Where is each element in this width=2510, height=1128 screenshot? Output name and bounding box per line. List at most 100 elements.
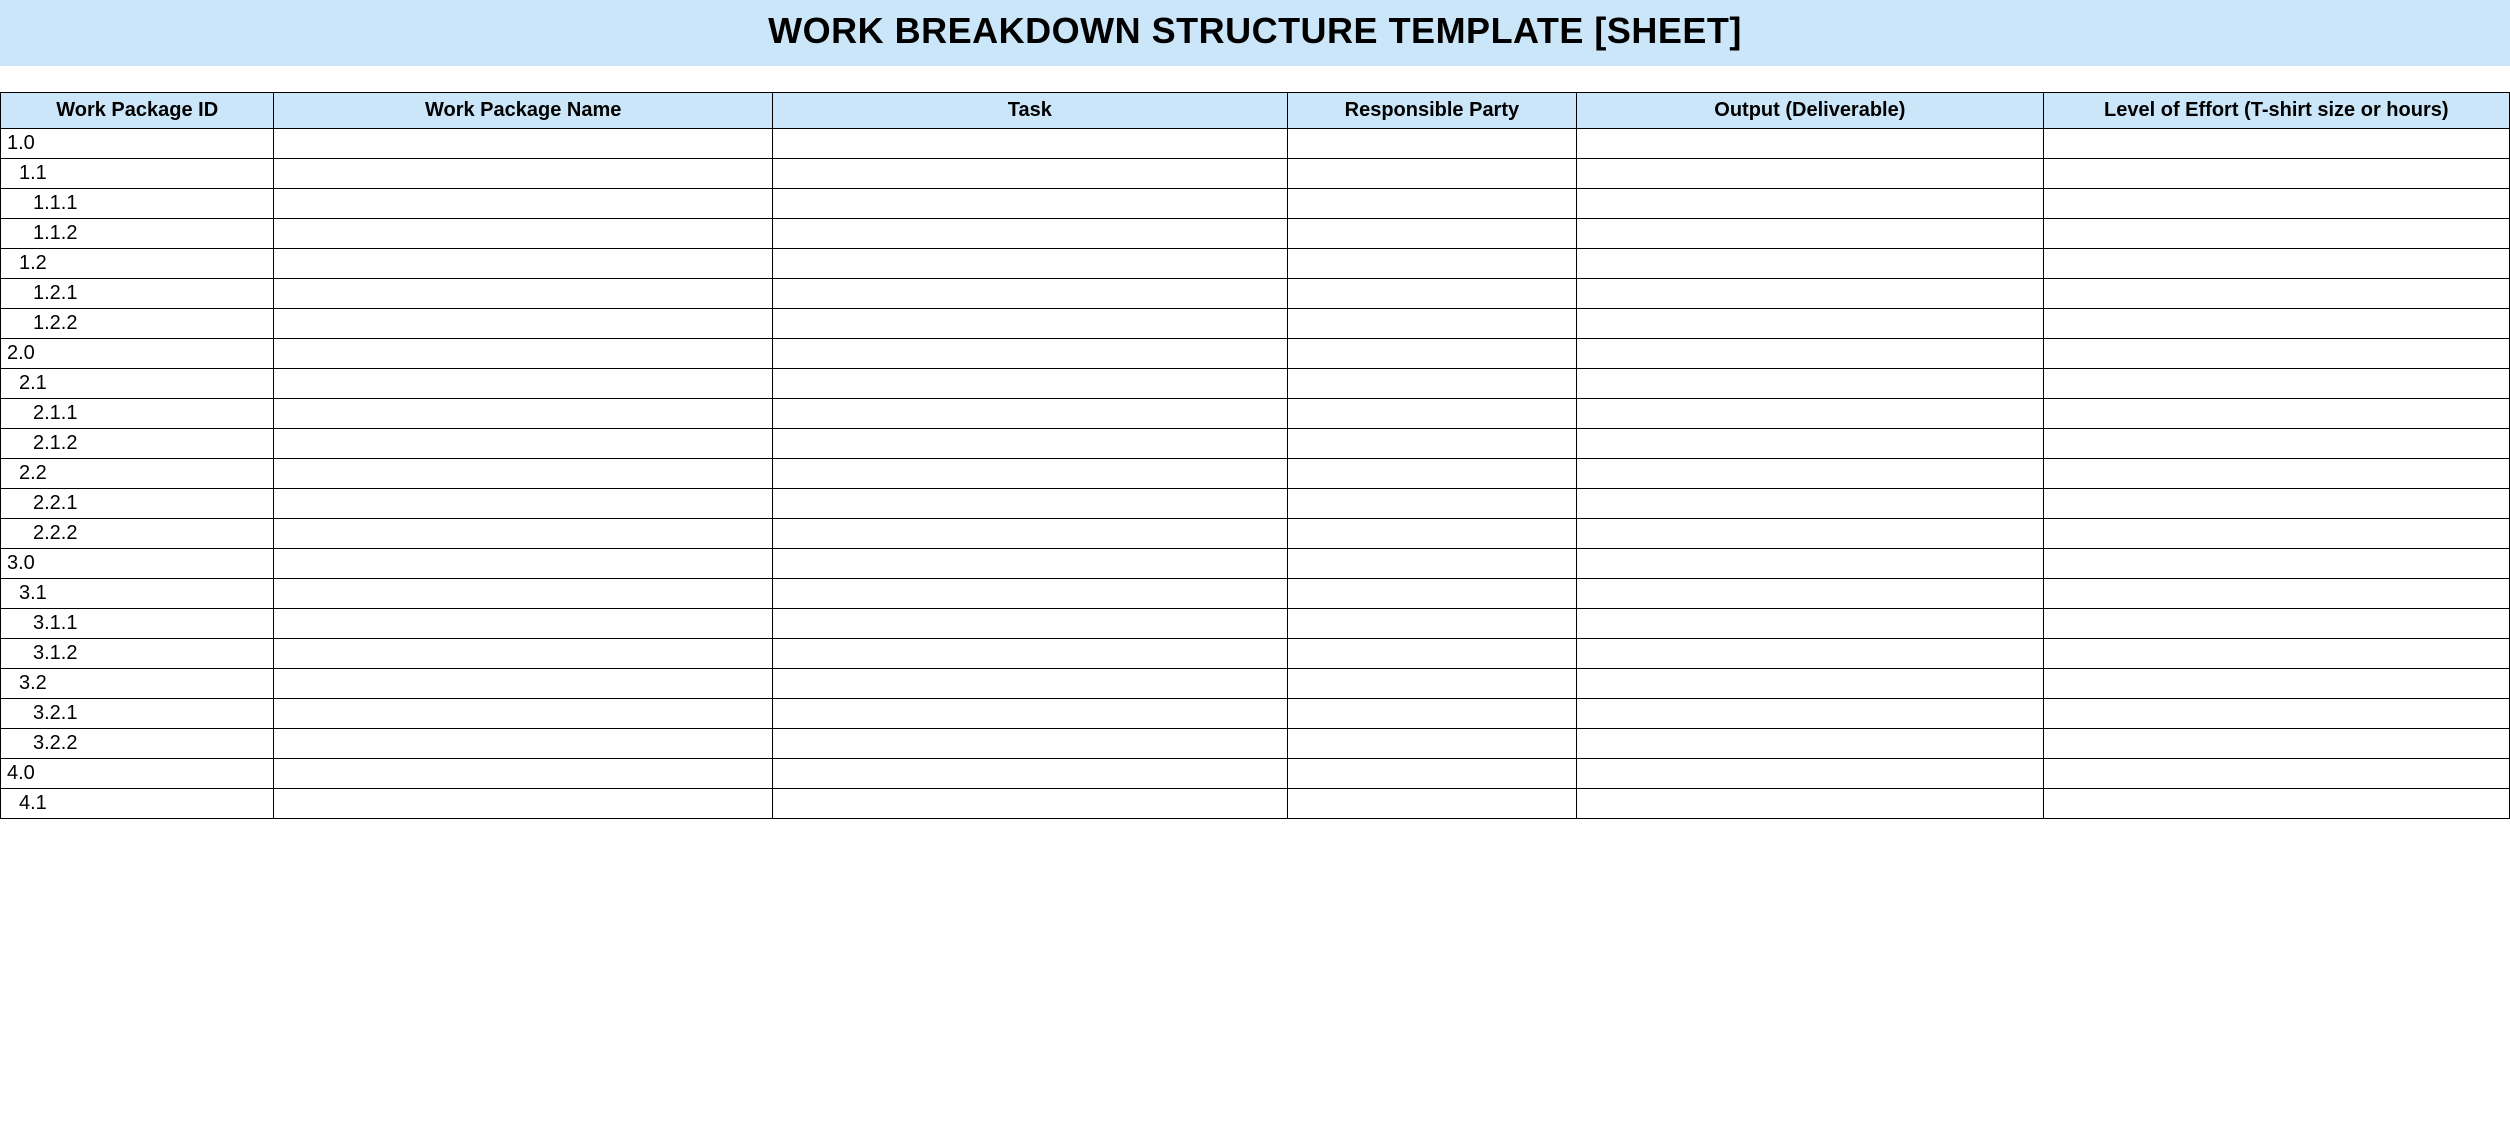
- cell-work-package-id[interactable]: 1.1: [1, 159, 274, 189]
- cell-name[interactable]: [274, 639, 773, 669]
- cell-work-package-id[interactable]: 1.0: [1, 129, 274, 159]
- cell-output[interactable]: [1577, 159, 2043, 189]
- cell-name[interactable]: [274, 399, 773, 429]
- cell-party[interactable]: [1287, 459, 1577, 489]
- cell-name[interactable]: [274, 489, 773, 519]
- cell-work-package-id[interactable]: 2.1.1: [1, 399, 274, 429]
- cell-effort[interactable]: [2043, 159, 2509, 189]
- cell-output[interactable]: [1577, 459, 2043, 489]
- cell-effort[interactable]: [2043, 759, 2509, 789]
- cell-output[interactable]: [1577, 399, 2043, 429]
- cell-output[interactable]: [1577, 549, 2043, 579]
- cell-party[interactable]: [1287, 129, 1577, 159]
- cell-work-package-id[interactable]: 2.0: [1, 339, 274, 369]
- cell-task[interactable]: [772, 639, 1287, 669]
- cell-effort[interactable]: [2043, 669, 2509, 699]
- cell-output[interactable]: [1577, 219, 2043, 249]
- cell-task[interactable]: [772, 249, 1287, 279]
- cell-task[interactable]: [772, 129, 1287, 159]
- cell-effort[interactable]: [2043, 279, 2509, 309]
- cell-effort[interactable]: [2043, 639, 2509, 669]
- cell-party[interactable]: [1287, 789, 1577, 819]
- cell-name[interactable]: [274, 339, 773, 369]
- cell-name[interactable]: [274, 519, 773, 549]
- cell-task[interactable]: [772, 399, 1287, 429]
- cell-output[interactable]: [1577, 249, 2043, 279]
- cell-name[interactable]: [274, 189, 773, 219]
- cell-output[interactable]: [1577, 429, 2043, 459]
- cell-party[interactable]: [1287, 339, 1577, 369]
- cell-name[interactable]: [274, 459, 773, 489]
- cell-task[interactable]: [772, 549, 1287, 579]
- cell-effort[interactable]: [2043, 129, 2509, 159]
- cell-party[interactable]: [1287, 609, 1577, 639]
- cell-party[interactable]: [1287, 729, 1577, 759]
- cell-task[interactable]: [772, 429, 1287, 459]
- cell-party[interactable]: [1287, 369, 1577, 399]
- cell-work-package-id[interactable]: 2.2.2: [1, 519, 274, 549]
- cell-party[interactable]: [1287, 309, 1577, 339]
- cell-name[interactable]: [274, 549, 773, 579]
- cell-work-package-id[interactable]: 3.0: [1, 549, 274, 579]
- cell-name[interactable]: [274, 729, 773, 759]
- cell-work-package-id[interactable]: 1.2.2: [1, 309, 274, 339]
- cell-work-package-id[interactable]: 1.2.1: [1, 279, 274, 309]
- cell-name[interactable]: [274, 219, 773, 249]
- cell-effort[interactable]: [2043, 489, 2509, 519]
- cell-task[interactable]: [772, 609, 1287, 639]
- cell-task[interactable]: [772, 339, 1287, 369]
- cell-party[interactable]: [1287, 759, 1577, 789]
- cell-output[interactable]: [1577, 309, 2043, 339]
- cell-work-package-id[interactable]: 3.1.2: [1, 639, 274, 669]
- cell-task[interactable]: [772, 309, 1287, 339]
- cell-effort[interactable]: [2043, 219, 2509, 249]
- cell-output[interactable]: [1577, 609, 2043, 639]
- cell-name[interactable]: [274, 609, 773, 639]
- cell-party[interactable]: [1287, 399, 1577, 429]
- cell-party[interactable]: [1287, 429, 1577, 459]
- cell-name[interactable]: [274, 369, 773, 399]
- cell-party[interactable]: [1287, 159, 1577, 189]
- cell-effort[interactable]: [2043, 429, 2509, 459]
- cell-output[interactable]: [1577, 519, 2043, 549]
- cell-party[interactable]: [1287, 699, 1577, 729]
- cell-party[interactable]: [1287, 549, 1577, 579]
- cell-output[interactable]: [1577, 369, 2043, 399]
- cell-party[interactable]: [1287, 489, 1577, 519]
- cell-effort[interactable]: [2043, 699, 2509, 729]
- cell-effort[interactable]: [2043, 459, 2509, 489]
- cell-work-package-id[interactable]: 1.1.2: [1, 219, 274, 249]
- cell-output[interactable]: [1577, 759, 2043, 789]
- cell-name[interactable]: [274, 429, 773, 459]
- cell-work-package-id[interactable]: 3.1.1: [1, 609, 274, 639]
- cell-task[interactable]: [772, 789, 1287, 819]
- cell-effort[interactable]: [2043, 399, 2509, 429]
- cell-party[interactable]: [1287, 249, 1577, 279]
- cell-effort[interactable]: [2043, 369, 2509, 399]
- cell-name[interactable]: [274, 759, 773, 789]
- cell-task[interactable]: [772, 729, 1287, 759]
- cell-effort[interactable]: [2043, 579, 2509, 609]
- cell-party[interactable]: [1287, 519, 1577, 549]
- cell-work-package-id[interactable]: 3.2.1: [1, 699, 274, 729]
- cell-output[interactable]: [1577, 129, 2043, 159]
- cell-work-package-id[interactable]: 4.1: [1, 789, 274, 819]
- cell-output[interactable]: [1577, 339, 2043, 369]
- cell-task[interactable]: [772, 489, 1287, 519]
- cell-name[interactable]: [274, 249, 773, 279]
- cell-effort[interactable]: [2043, 519, 2509, 549]
- cell-work-package-id[interactable]: 2.1.2: [1, 429, 274, 459]
- cell-work-package-id[interactable]: 3.2: [1, 669, 274, 699]
- cell-task[interactable]: [772, 279, 1287, 309]
- cell-work-package-id[interactable]: 3.2.2: [1, 729, 274, 759]
- cell-task[interactable]: [772, 459, 1287, 489]
- cell-output[interactable]: [1577, 189, 2043, 219]
- cell-task[interactable]: [772, 369, 1287, 399]
- cell-name[interactable]: [274, 129, 773, 159]
- cell-name[interactable]: [274, 279, 773, 309]
- cell-output[interactable]: [1577, 669, 2043, 699]
- cell-work-package-id[interactable]: 4.0: [1, 759, 274, 789]
- cell-task[interactable]: [772, 759, 1287, 789]
- cell-effort[interactable]: [2043, 609, 2509, 639]
- cell-effort[interactable]: [2043, 189, 2509, 219]
